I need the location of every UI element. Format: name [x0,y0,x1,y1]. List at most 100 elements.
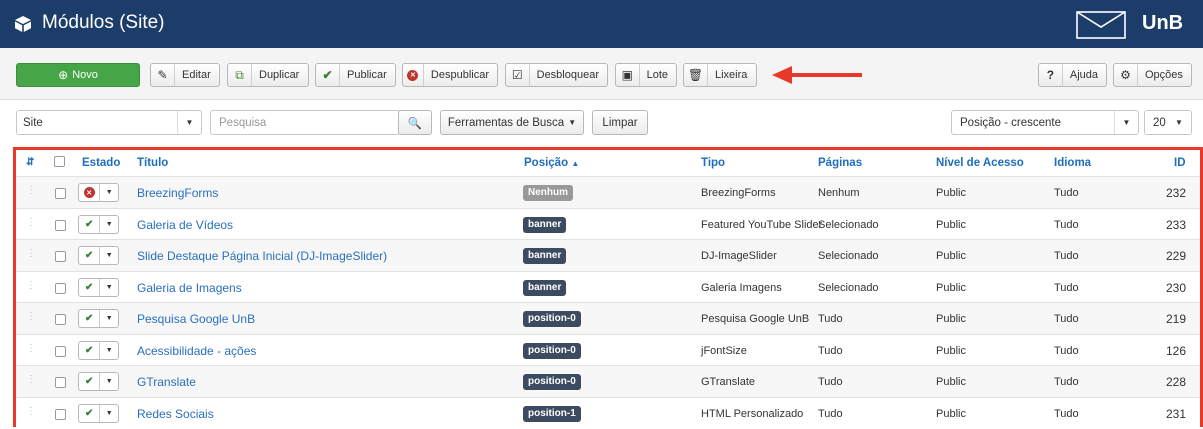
pages-cell: Selecionado [818,218,879,231]
row-checkbox[interactable] [55,314,66,325]
row-checkbox[interactable] [55,345,66,357]
limit-select-value: 20 [1153,116,1166,129]
edit-icon: ✎ [151,64,175,86]
caret-down-icon[interactable]: ▼ [100,310,118,327]
clear-button[interactable]: Limpar [592,110,648,135]
id-cell: 232 [1165,186,1186,200]
access-cell: Public [936,250,966,262]
language-cell: Tudo [1054,313,1079,325]
col-state[interactable]: Estado [82,157,120,169]
status-toggle[interactable]: ✕ ▼ [78,183,119,202]
id-cell: 219 [1165,312,1186,326]
check-icon: ✔ [85,407,94,419]
unpublish-button[interactable]: ✕ Despublicar [402,63,498,87]
access-cell: Public [936,281,966,294]
search-tools-button[interactable]: Ferramentas de Busca ▼ [440,110,584,135]
unb-logo-icon [1076,11,1126,39]
caret-down-icon[interactable]: ▼ [100,184,118,201]
status-toggle[interactable]: ✔ ▼ [78,309,119,328]
order-select[interactable]: Posição - crescente ▼ [951,110,1139,135]
row-checkbox[interactable] [55,408,66,420]
col-position-label: Posição [524,157,569,169]
drag-handle-icon[interactable]: ⋮ [26,406,36,417]
search-input[interactable]: Pesquisa [210,110,400,135]
batch-square-icon: ▣ [616,64,640,86]
unpublish-x-icon: ✕ [403,64,424,86]
publish-button[interactable]: ✔ Publicar [315,63,396,87]
duplicate-button[interactable]: ⧉ Duplicar [227,63,309,87]
row-checkbox[interactable] [55,188,66,199]
status-toggle[interactable]: ✔ ▼ [78,246,119,265]
caret-down-icon[interactable]: ▼ [100,373,118,390]
trash-button-label: Lixeira [715,69,748,81]
col-title[interactable]: Título [137,157,168,169]
client-select[interactable]: Site ▼ [16,110,202,135]
check-icon: ✔ [85,344,94,356]
publish-button-label: Publicar [347,69,387,81]
col-id[interactable]: ID [1174,157,1186,169]
caret-down-icon: ▼ [177,111,201,134]
drag-handle-icon[interactable]: ⋮ [26,217,36,228]
caret-down-icon[interactable]: ▼ [100,216,118,233]
help-button[interactable]: ? Ajuda [1038,63,1107,87]
drag-handle-icon[interactable]: ⋮ [26,311,36,322]
status-toggle[interactable]: ✔ ▼ [78,214,119,234]
col-type[interactable]: Tipo [701,157,725,169]
plus-circle-icon: ⊕ [58,68,69,82]
caret-up-icon: ▲ [571,159,580,168]
search-button[interactable]: 🔍 [398,110,432,135]
unlock-button-label: Desbloquear [536,69,599,81]
drag-handle-icon[interactable]: ⋮ [26,280,36,291]
limit-select[interactable]: 20 ▼ [1144,110,1192,135]
status-toggle[interactable]: ✔ ▼ [78,372,119,391]
type-cell: BreezingForms [701,187,776,199]
id-cell: 228 [1165,375,1186,389]
copy-icon: ⧉ [228,64,252,86]
status-toggle[interactable]: ✔ ▼ [78,340,119,360]
row-checkbox[interactable] [55,251,66,262]
id-cell: 230 [1165,280,1186,295]
caret-down-icon[interactable]: ▼ [100,247,118,264]
drag-handle-icon[interactable]: ⋮ [26,343,36,354]
row-checkbox[interactable] [55,377,66,388]
edit-button[interactable]: ✎ Editar [150,63,220,87]
edit-button-label: Editar [182,69,211,81]
row-checkbox[interactable] [55,219,66,231]
id-cell: 231 [1165,406,1186,421]
gear-icon: ⚙ [1114,64,1138,86]
drag-handle-icon[interactable]: ⋮ [26,374,36,385]
caret-down-icon[interactable]: ▼ [100,279,118,296]
caret-down-icon[interactable]: ▼ [100,405,118,422]
type-cell: Featured YouTube Slider [701,218,823,231]
module-title-link[interactable]: Acessibilidade - ações [137,344,256,358]
caret-down-icon: ▼ [568,118,577,127]
unlock-button[interactable]: ☑ Desbloquear [505,63,608,87]
batch-button[interactable]: ▣ Lote [615,63,677,87]
trash-button[interactable]: 🗑 Lixeira [683,63,757,87]
status-toggle[interactable]: ✔ ▼ [78,403,119,423]
module-title-link[interactable]: Galeria de Vídeos [137,218,233,232]
module-title-link[interactable]: GTranslate [137,375,196,389]
caret-down-icon[interactable]: ▼ [100,342,118,359]
position-badge: position-0 [523,374,581,390]
position-badge: Nenhum [523,185,573,201]
module-title-link[interactable]: Redes Sociais [137,407,214,421]
col-position[interactable]: Posição ▲ [524,157,579,169]
sort-order-icon[interactable]: ⇵ [26,157,34,168]
module-title-link[interactable]: Slide Destaque Página Inicial (DJ-ImageS… [137,249,387,263]
col-language[interactable]: Idioma [1054,157,1091,169]
drag-handle-icon[interactable]: ⋮ [26,248,36,259]
drag-handle-icon[interactable]: ⋮ [26,185,36,196]
module-title-link[interactable]: Pesquisa Google UnB [137,312,255,326]
status-toggle[interactable]: ✔ ▼ [78,277,119,297]
new-button[interactable]: ⊕ Novo [16,63,140,87]
row-checkbox[interactable] [55,282,66,294]
col-access[interactable]: Nível de Acesso [936,157,1024,169]
trash-icon: 🗑 [684,64,708,86]
language-cell: Tudo [1054,187,1079,199]
module-title-link[interactable]: Galeria de Imagens [137,281,242,295]
col-pages[interactable]: Páginas [818,157,862,169]
options-button[interactable]: ⚙ Opções [1113,63,1192,87]
module-title-link[interactable]: BreezingForms [137,186,218,200]
select-all-checkbox[interactable] [54,156,65,167]
